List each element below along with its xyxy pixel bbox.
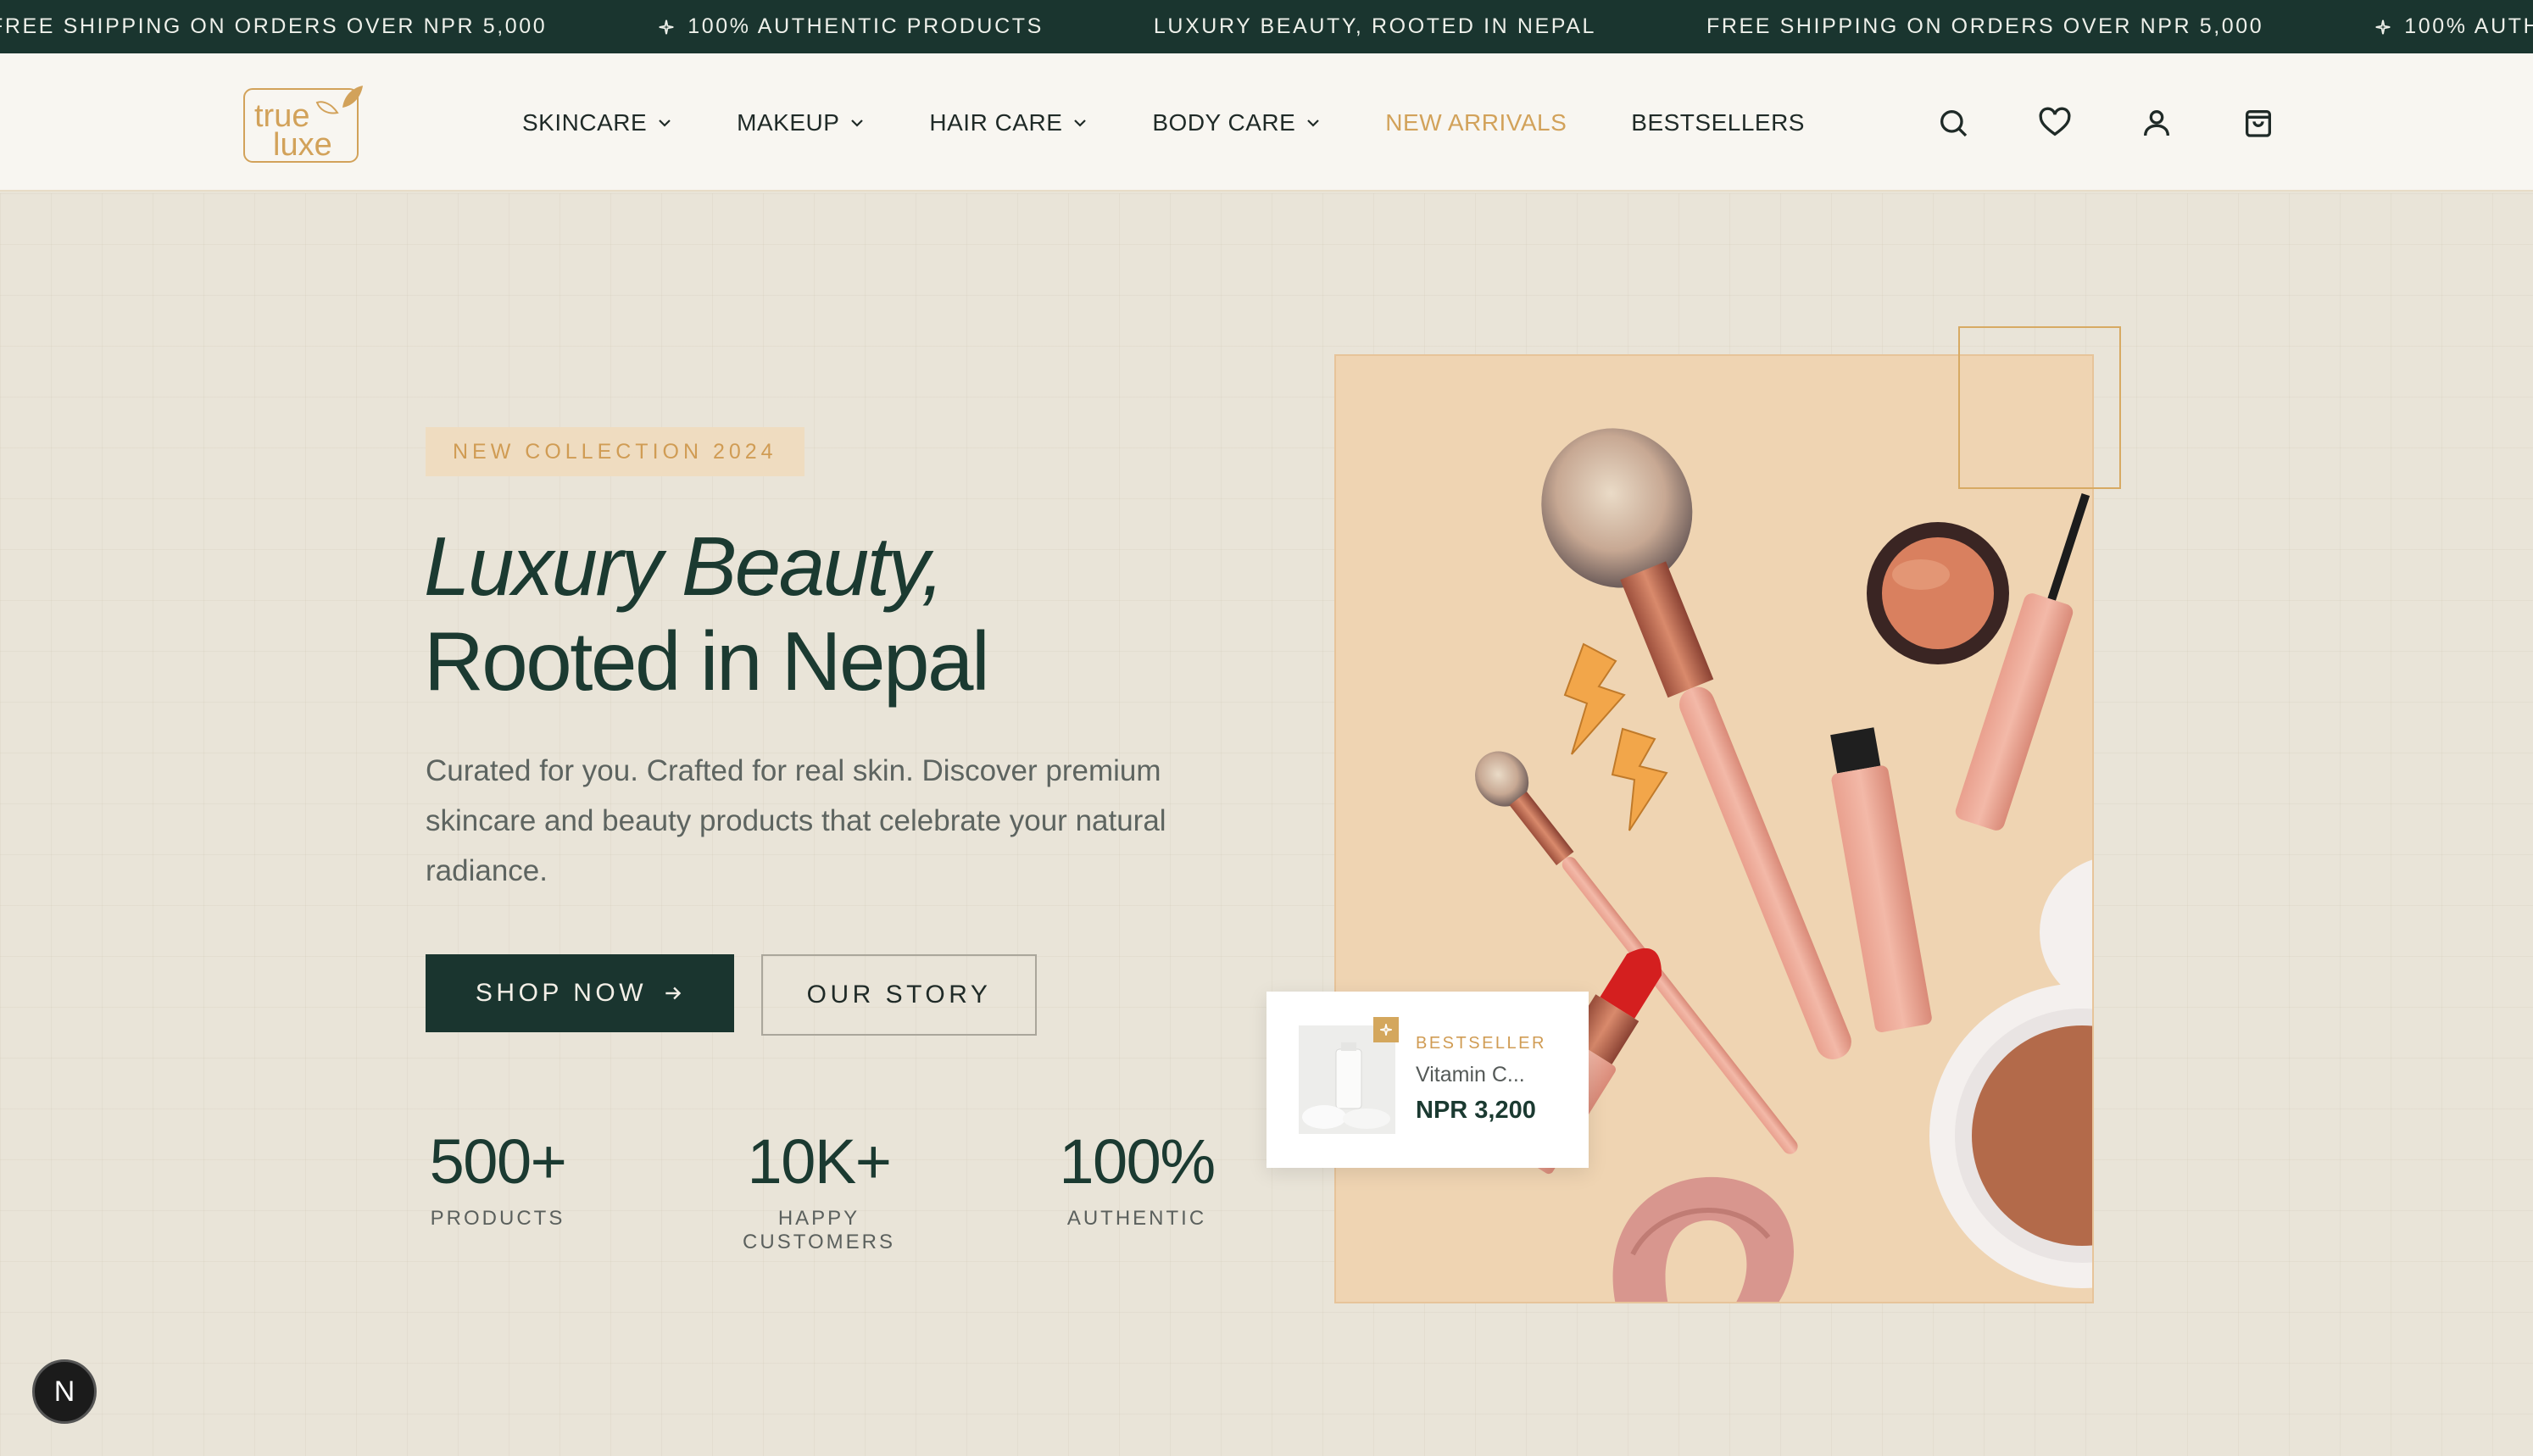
announcement-message: FREE SHIPPING ON ORDERS OVER NPR 5,000 bbox=[1706, 14, 2264, 38]
site-header: true luxe SKINCARE MAKEUP HAIR CARE BODY… bbox=[0, 53, 2533, 192]
nav-item-skincare[interactable]: SKINCARE bbox=[522, 109, 672, 136]
account-button[interactable] bbox=[2138, 104, 2175, 142]
svg-text:luxe: luxe bbox=[273, 127, 332, 163]
stat-products: 500+ PRODUCTS bbox=[429, 1126, 567, 1231]
sparkle-icon bbox=[2375, 19, 2391, 34]
our-story-button[interactable]: OUR STORY bbox=[761, 954, 1037, 1036]
product-tag: BESTSELLER bbox=[1416, 1034, 1546, 1053]
hero-subtitle: Curated for you. Crafted for real skin. … bbox=[426, 754, 1166, 887]
announcement-message: LUXURY BEAUTY, ROOTED IN NEPAL bbox=[1153, 14, 1596, 38]
chevron-down-icon bbox=[1307, 119, 1320, 127]
headline-line-2: Rooted in Nepal bbox=[424, 614, 990, 708]
main-nav: SKINCARE MAKEUP HAIR CARE BODY CARE NEW … bbox=[522, 53, 1869, 192]
headline-line-1: Luxury Beauty, bbox=[424, 520, 944, 613]
nav-item-bestsellers[interactable]: BESTSELLERS bbox=[1631, 109, 1805, 136]
announcement-bar: FREE SHIPPING ON ORDERS OVER NPR 5,000 1… bbox=[0, 0, 2533, 53]
sparkle-icon bbox=[1380, 1024, 1392, 1036]
sparkle-badge bbox=[1373, 1017, 1399, 1042]
chevron-down-icon bbox=[851, 119, 864, 127]
stat-authentic: 100% AUTHENTIC bbox=[1059, 1126, 1216, 1231]
product-price: NPR 3,200 bbox=[1416, 1097, 1536, 1124]
wishlist-button[interactable] bbox=[2036, 104, 2074, 142]
heart-icon bbox=[2039, 107, 2071, 136]
hero-section: NEW COLLECTION 2024 Luxury Beauty, Roote… bbox=[0, 193, 2533, 1456]
decorative-frame bbox=[1958, 326, 2121, 489]
search-button[interactable] bbox=[1935, 104, 1972, 142]
announcement-message: 100% AUTHENTIC PRODUCTS bbox=[2374, 14, 2533, 39]
announcement-message: FREE SHIPPING ON ORDERS OVER NPR 5,000 bbox=[0, 14, 548, 38]
sparkle-icon bbox=[659, 19, 674, 34]
logo-mark: true luxe bbox=[243, 86, 363, 163]
brand-logo[interactable]: true luxe bbox=[242, 79, 366, 165]
product-name: Vitamin C... bbox=[1416, 1063, 1525, 1086]
nav-item-new-arrivals[interactable]: NEW ARRIVALS bbox=[1385, 109, 1567, 136]
arrow-right-icon bbox=[665, 986, 682, 1000]
search-icon bbox=[1940, 109, 1968, 136]
hero-headline: Luxury Beauty, Rooted in Nepal bbox=[424, 519, 990, 709]
shop-now-button[interactable]: SHOP NOW bbox=[426, 954, 734, 1032]
collection-badge: NEW COLLECTION 2024 bbox=[426, 427, 804, 476]
chevron-down-icon bbox=[1074, 119, 1087, 127]
shopping-bag-icon bbox=[2246, 109, 2271, 137]
announcement-message: 100% AUTHENTIC PRODUCTS bbox=[657, 14, 1044, 39]
chevron-down-icon bbox=[659, 119, 671, 127]
announcement-track: FREE SHIPPING ON ORDERS OVER NPR 5,000 1… bbox=[0, 0, 2533, 53]
cart-button[interactable] bbox=[2240, 104, 2277, 142]
nav-item-makeup[interactable]: MAKEUP bbox=[737, 109, 865, 136]
nav-item-body-care[interactable]: BODY CARE bbox=[1152, 109, 1321, 136]
featured-product-card[interactable]: BESTSELLER Vitamin C... NPR 3,200 bbox=[1266, 992, 1589, 1168]
nav-item-hair-care[interactable]: HAIR CARE bbox=[929, 109, 1088, 136]
user-icon bbox=[2144, 109, 2169, 136]
header-actions bbox=[1935, 53, 2341, 192]
stat-customers: 10K+ HAPPY CUSTOMERS bbox=[743, 1126, 895, 1254]
dev-tools-badge[interactable]: N bbox=[32, 1359, 97, 1424]
